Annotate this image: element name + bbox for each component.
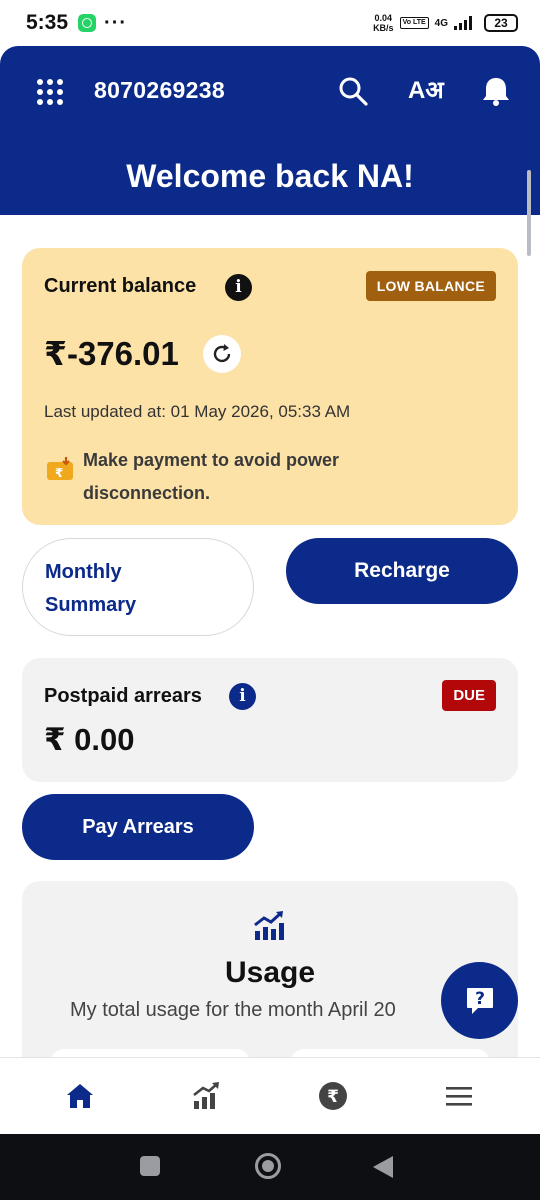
svg-text:₹: ₹ bbox=[327, 1087, 339, 1107]
help-button[interactable]: ? bbox=[441, 962, 518, 1039]
recent-apps-icon[interactable] bbox=[140, 1156, 160, 1176]
network-speed-unit: KB/s bbox=[373, 23, 394, 33]
svg-text:?: ? bbox=[475, 989, 485, 1009]
signal-icon bbox=[454, 16, 472, 30]
svg-text:₹: ₹ bbox=[55, 466, 63, 480]
last-updated-text: Last updated at: 01 May 2026, 05:33 AM bbox=[44, 402, 351, 421]
search-icon[interactable] bbox=[336, 74, 370, 108]
monthly-summary-label: Monthly Summary bbox=[45, 561, 137, 616]
pay-arrears-button[interactable]: Pay Arrears bbox=[22, 794, 254, 860]
wallet-rupee-icon: ₹ bbox=[47, 457, 73, 480]
whatsapp-notification-icon bbox=[78, 14, 97, 32]
balance-amount: ₹-376.01 bbox=[44, 335, 179, 372]
apps-grid-icon[interactable] bbox=[37, 79, 63, 105]
bottom-navigation: ₹ bbox=[0, 1057, 540, 1134]
language-icon[interactable]: Aअ bbox=[408, 74, 444, 108]
home-icon[interactable] bbox=[64, 1080, 96, 1112]
battery-icon: 23 bbox=[484, 14, 518, 32]
balance-info-icon[interactable]: i bbox=[225, 274, 252, 301]
arrears-info-icon[interactable]: i bbox=[229, 683, 256, 710]
bell-icon[interactable] bbox=[479, 74, 513, 108]
welcome-heading: Welcome back NA! bbox=[126, 158, 414, 194]
app-header: 8070269238 Aअ Welcome back NA! bbox=[0, 46, 540, 215]
system-navigation-bar bbox=[0, 1134, 540, 1200]
home-circle-icon[interactable] bbox=[255, 1153, 281, 1179]
usage-card: Usage My total usage for the month April… bbox=[22, 881, 518, 1081]
more-notifications-icon: ··· bbox=[104, 12, 128, 34]
balance-card: Current balance i LOW BALANCE ₹-376.01 L… bbox=[22, 248, 518, 525]
usage-subtitle: My total usage for the month April 20 bbox=[70, 999, 396, 1021]
stats-icon[interactable] bbox=[190, 1080, 222, 1112]
low-balance-badge: LOW BALANCE bbox=[365, 271, 496, 301]
arrears-amount: ₹ 0.00 bbox=[44, 722, 135, 757]
monthly-summary-button[interactable]: Monthly Summary bbox=[22, 538, 254, 636]
arrears-title: Postpaid arrears bbox=[44, 685, 202, 707]
arrears-card: Postpaid arrears i DUE ₹ 0.00 bbox=[22, 658, 518, 782]
volte-icon: Vo LTE bbox=[399, 17, 429, 29]
menu-icon[interactable] bbox=[443, 1080, 475, 1112]
back-triangle-icon[interactable] bbox=[373, 1156, 393, 1178]
balance-title: Current balance bbox=[44, 275, 197, 297]
status-indicators: 0.04 KB/s Vo LTE 4G 23 bbox=[373, 13, 518, 33]
rupee-icon[interactable]: ₹ bbox=[317, 1080, 349, 1112]
due-badge: DUE bbox=[442, 680, 496, 711]
usage-chart-icon bbox=[254, 911, 284, 940]
network-type: 4G bbox=[434, 17, 448, 29]
account-number: 8070269238 bbox=[94, 77, 225, 103]
status-bar: 5:35 ··· 0.04 KB/s Vo LTE 4G 23 bbox=[0, 0, 540, 46]
recharge-button[interactable]: Recharge bbox=[286, 538, 518, 604]
refresh-icon bbox=[213, 344, 231, 363]
refresh-balance-button[interactable] bbox=[203, 335, 241, 373]
network-speed: 0.04 KB/s bbox=[373, 13, 394, 33]
help-chat-icon: ? bbox=[467, 988, 493, 1014]
status-time: 5:35 bbox=[26, 11, 69, 34]
payment-warning: Make payment to avoid power disconnectio… bbox=[83, 450, 340, 503]
network-speed-value: 0.04 bbox=[374, 13, 393, 23]
scrollbar[interactable] bbox=[527, 170, 531, 256]
